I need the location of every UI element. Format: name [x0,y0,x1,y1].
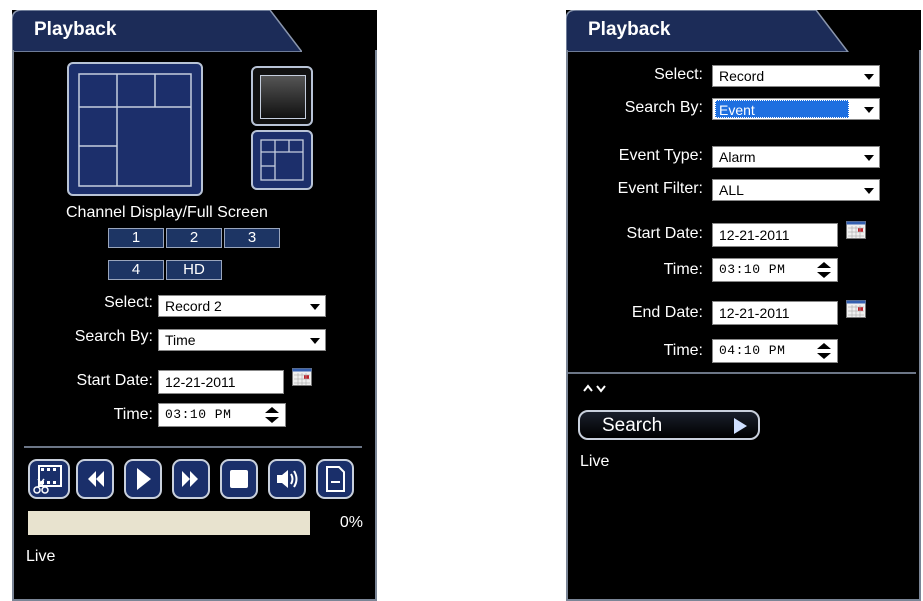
search-by-label: Search By: [624,99,703,116]
start-date-label: Start Date: [626,225,703,242]
multi-grid-icon [78,73,192,187]
calendar-icon[interactable] [292,368,312,386]
chevron-down-icon [310,304,320,310]
start-date-input[interactable]: 12-21-2011 [158,370,284,394]
time-label: Time: [113,406,153,423]
search-button-label: Search [602,415,663,436]
channel-display-label: Channel Display/Full Screen [66,204,268,221]
stop-button[interactable] [220,459,258,499]
end-time-label: Time: [663,342,703,359]
end-date-input[interactable]: 12-21-2011 [712,301,838,325]
quad-layout-button[interactable] [67,62,203,196]
end-time-stepper[interactable]: 04:10 PM [712,339,838,363]
custom-layout-button[interactable] [251,130,313,190]
up-down-arrows-icon[interactable] [817,343,831,359]
single-screen-button[interactable] [251,66,313,126]
play-arrow-icon [734,418,747,434]
left-playback-panel: Playback Channel Display/Full Screen 1 2… [12,10,377,601]
event-type-label: Event Type: [618,147,703,164]
event-filter-label: Event Filter: [617,180,703,197]
search-by-value: Event [715,100,849,118]
play-icon [137,468,151,490]
chevron-down-icon [864,155,874,161]
up-down-arrows-icon[interactable] [817,262,831,278]
select-value: Record [719,68,765,84]
clip-button[interactable] [28,459,70,499]
channel-4-button[interactable]: 4 [108,260,164,280]
chevron-down-icon [864,74,874,80]
time-stepper[interactable]: 03:10 PM [158,403,286,427]
divider [568,372,916,374]
channel-3-button[interactable]: 3 [224,228,280,248]
divider [24,446,362,448]
status-text: Live [580,453,610,470]
select-label: Select: [654,66,703,83]
export-button[interactable] [316,459,354,499]
event-filter-value: ALL [719,182,744,198]
rewind-button[interactable] [76,459,114,499]
progress-percent: 0% [339,514,363,531]
tab-title: Playback [34,19,117,40]
channel-2-button[interactable]: 2 [166,228,222,248]
progress-bar [28,511,310,535]
audio-button[interactable] [268,459,306,499]
layout-grid-icon [260,139,304,181]
status-text: Live [26,548,56,565]
select-dropdown[interactable]: Record 2 [158,295,326,317]
start-time-value: 03:10 PM [719,262,786,277]
chevron-down-icon [864,188,874,194]
rewind-icon [88,471,104,487]
event-type-value: Alarm [719,149,756,165]
end-time-value: 04:10 PM [719,343,786,358]
playback-controls [28,459,364,499]
end-date-label: End Date: [631,304,703,321]
expand-collapse-toggle[interactable] [582,382,608,394]
search-by-dropdown[interactable]: Event [712,98,880,120]
event-filter-dropdown[interactable]: ALL [712,179,880,201]
start-date-label: Start Date: [76,372,153,389]
up-down-arrows-icon[interactable] [265,407,279,423]
time-value: 03:10 PM [165,407,232,422]
chevron-up-icon [583,384,593,392]
select-label: Select: [104,294,153,311]
chevron-down-icon [864,107,874,113]
event-type-dropdown[interactable]: Alarm [712,146,880,168]
search-by-label: Search By: [74,328,153,345]
start-date-input[interactable]: 12-21-2011 [712,223,838,247]
start-time-label: Time: [663,261,703,278]
panel-frame [566,50,921,601]
search-by-value: Time [165,332,196,348]
fast-forward-icon [182,471,198,487]
channel-1-button[interactable]: 1 [108,228,164,248]
chevron-down-icon [596,385,606,393]
stop-icon [230,470,248,488]
tab-title: Playback [588,19,671,40]
fast-forward-button[interactable] [172,459,210,499]
channel-hd-button[interactable]: HD [166,260,222,280]
export-icon [326,466,345,492]
start-time-stepper[interactable]: 03:10 PM [712,258,838,282]
play-button[interactable] [124,459,162,499]
select-dropdown[interactable]: Record [712,65,880,87]
select-value: Record 2 [165,298,222,314]
search-by-dropdown[interactable]: Time [158,329,326,351]
calendar-icon[interactable] [846,300,866,318]
chevron-down-icon [310,338,320,344]
search-button[interactable]: Search [578,410,760,440]
audio-icon [277,470,298,488]
clip-icon [33,465,62,494]
single-screen-icon [260,75,306,119]
calendar-icon[interactable] [846,221,866,239]
right-playback-panel: Playback Select: Record Search By: Event… [566,10,921,601]
